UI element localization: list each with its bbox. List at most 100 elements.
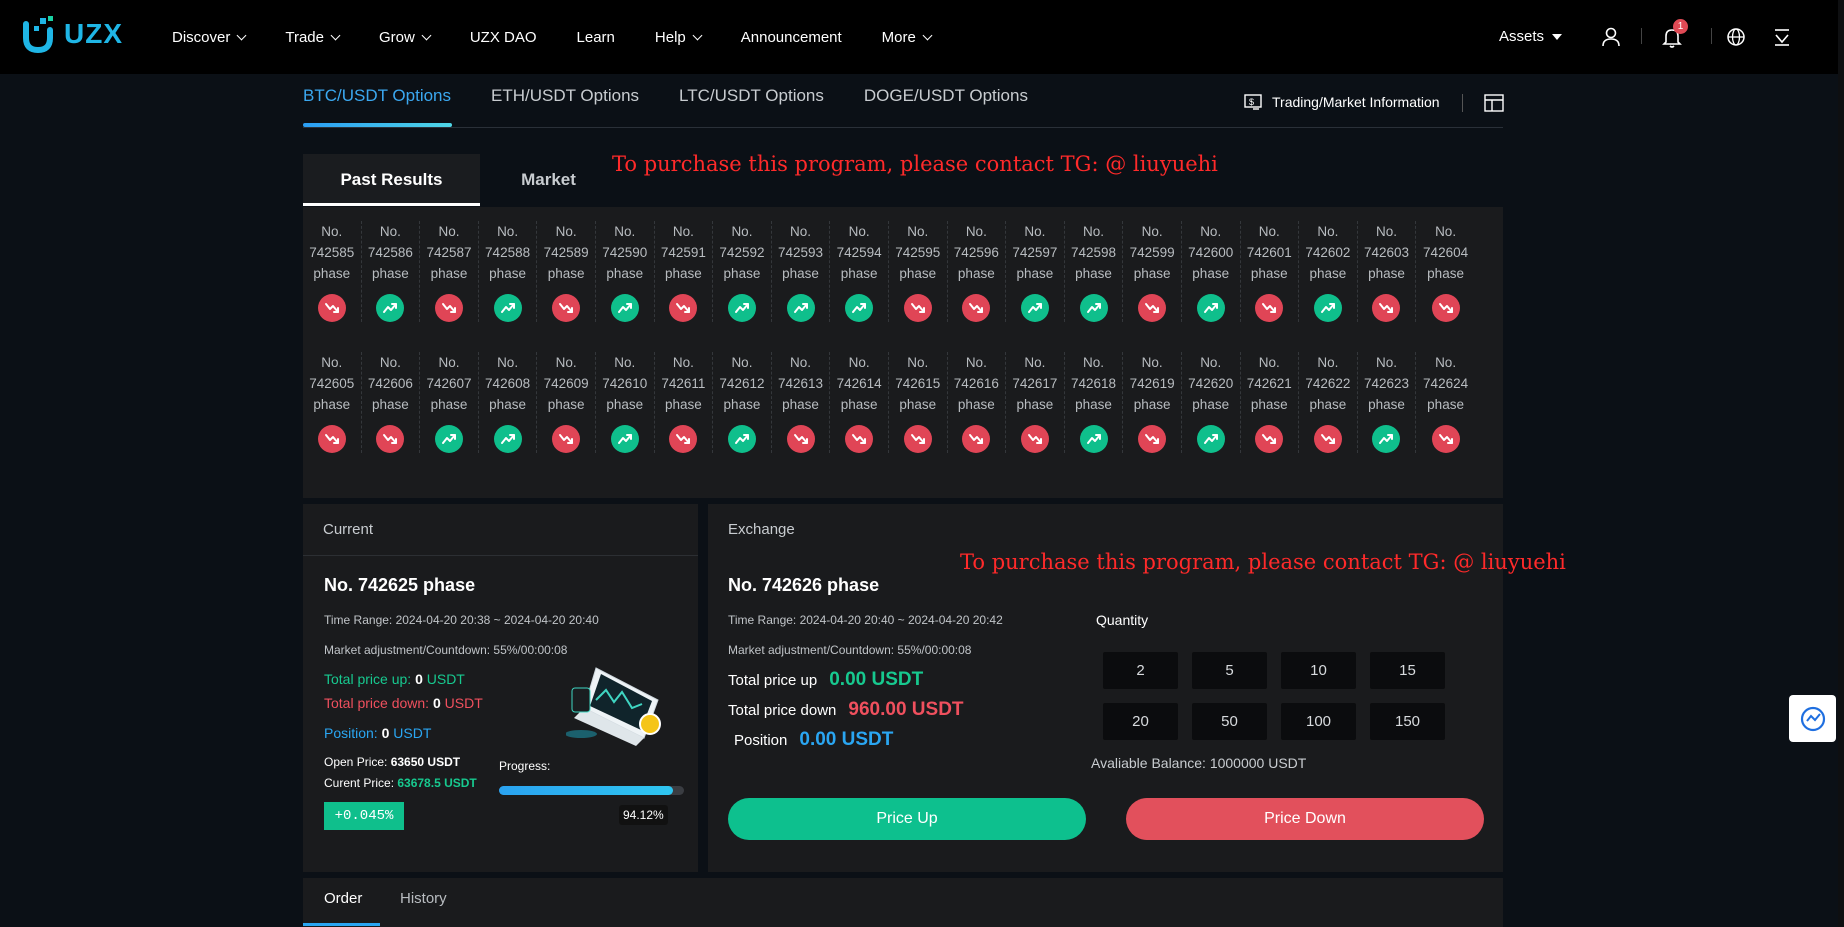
price-change-badge: +0.045% (324, 802, 404, 830)
support-icon (1800, 706, 1825, 731)
phase-number: 742591 (660, 245, 706, 260)
trend-down-icon (786, 425, 815, 453)
download-icon[interactable] (1771, 26, 1793, 48)
price-down-button[interactable]: Price Down (1126, 798, 1484, 840)
trend-up-icon (1020, 294, 1049, 322)
phase-number: 742586 (367, 245, 413, 260)
user-icon[interactable] (1600, 26, 1622, 48)
tab-doge-usdt-options[interactable]: DOGE/USDT Options (864, 86, 1028, 128)
position-label: Position: (324, 725, 382, 741)
phase-suffix: phase (957, 266, 995, 281)
phase-prefix: No. (672, 355, 694, 370)
phase-result: No. 742622 phase (1299, 352, 1358, 453)
logo-text: UZX (64, 18, 123, 49)
nav-discover[interactable]: Discover (172, 28, 247, 46)
tab-market[interactable]: Market (480, 154, 617, 206)
trend-up-icon (786, 294, 815, 322)
trend-down-icon (552, 425, 581, 453)
phase-number: 742605 (309, 376, 355, 391)
quantity-option[interactable]: 150 (1370, 703, 1445, 740)
unit: USDT (422, 671, 465, 687)
phase-prefix: No. (1200, 224, 1222, 239)
tab-history[interactable]: History (400, 890, 447, 907)
quantity-option[interactable]: 20 (1103, 703, 1178, 740)
tab-order[interactable]: Order (324, 890, 362, 907)
phase-prefix: No. (965, 224, 987, 239)
progress-bar (499, 786, 684, 795)
tab-btc-usdt-options[interactable]: BTC/USDT Options (303, 86, 451, 128)
phase-suffix: phase (899, 266, 937, 281)
phase-result: No. 742601 phase (1241, 221, 1300, 322)
support-widget[interactable] (1789, 695, 1836, 742)
nav-discover-label: Discover (172, 28, 231, 46)
phase-prefix: No. (497, 224, 519, 239)
chevron-down-icon (330, 30, 341, 40)
progress-label: Progress: (499, 759, 551, 773)
phase-prefix: No. (1435, 224, 1457, 239)
trend-down-icon (962, 425, 991, 453)
phase-prefix: No. (379, 224, 401, 239)
phase-result: No. 742597 phase (1006, 221, 1065, 322)
trend-up-icon (727, 294, 756, 322)
caret-down-icon (1552, 33, 1563, 40)
nav-learn[interactable]: Learn (577, 29, 615, 46)
quantity-option[interactable]: 100 (1281, 703, 1356, 740)
trend-up-icon (493, 294, 522, 322)
quantity-option[interactable]: 15 (1370, 652, 1445, 689)
phase-number: 742617 (1012, 376, 1058, 391)
phase-suffix: phase (489, 266, 526, 281)
uzx-logo[interactable]: UZX (20, 14, 123, 54)
phase-result: No. 742585 phase (303, 221, 362, 322)
trading-market-info-link[interactable]: $ Trading/Market Information (1244, 93, 1440, 111)
price-up-button[interactable]: Price Up (728, 798, 1086, 840)
quantity-option[interactable]: 50 (1192, 703, 1267, 740)
phase-number: 742594 (836, 245, 882, 260)
phase-suffix: phase (840, 397, 878, 412)
phase-prefix: No. (731, 355, 753, 370)
tab-ltc-usdt-options[interactable]: LTC/USDT Options (679, 86, 824, 128)
phase-suffix: phase (1368, 266, 1405, 281)
trend-down-icon (903, 425, 932, 453)
phase-result: No. 742598 phase (1065, 221, 1124, 322)
nav-help[interactable]: Help (655, 29, 703, 46)
quantity-option[interactable]: 5 (1192, 652, 1267, 689)
phase-prefix: No. (1083, 224, 1105, 239)
phase-number: 742624 (1423, 376, 1469, 391)
phase-result: No. 742614 phase (830, 352, 889, 453)
layout-icon[interactable] (1484, 93, 1504, 113)
phase-prefix: No. (379, 355, 401, 370)
phase-suffix: phase (723, 397, 761, 412)
nav-trade[interactable]: Trade (285, 29, 341, 46)
phase-result: No. 742619 phase (1123, 352, 1182, 453)
tab-eth-usdt-options[interactable]: ETH/USDT Options (491, 86, 639, 128)
phase-prefix: No. (965, 355, 987, 370)
quantity-option[interactable]: 2 (1103, 652, 1178, 689)
quantity-option[interactable]: 10 (1281, 652, 1356, 689)
quantity-label: Quantity (1096, 612, 1149, 628)
assets-menu[interactable]: Assets (1499, 28, 1563, 45)
nav-uzx-dao[interactable]: UZX DAO (470, 29, 537, 46)
nav-grow[interactable]: Grow (379, 28, 432, 46)
nav-grow-label: Grow (379, 28, 415, 46)
trend-up-icon (610, 294, 639, 322)
trend-down-icon (1255, 294, 1284, 322)
phase-number: 742616 (953, 376, 999, 391)
page-scrollbar[interactable] (1838, 0, 1844, 927)
phase-result: No. 742590 phase (596, 221, 655, 322)
phase-result: No. 742604 phase (1416, 221, 1475, 322)
nav-more[interactable]: More (882, 29, 933, 46)
nav-announcement[interactable]: Announcement (741, 29, 842, 46)
phase-suffix: phase (664, 266, 702, 281)
phase-number: 742620 (1188, 376, 1234, 391)
assets-label: Assets (1499, 28, 1545, 45)
phase-prefix: No. (1141, 355, 1163, 370)
globe-icon[interactable] (1725, 26, 1747, 48)
trend-up-icon (434, 425, 463, 453)
phase-prefix: No. (1141, 224, 1163, 239)
phase-result: No. 742593 phase (772, 221, 831, 322)
phase-suffix: phase (606, 397, 644, 412)
tab-past-results[interactable]: Past Results (303, 154, 480, 206)
phase-number: 742592 (719, 245, 765, 260)
trend-down-icon (1431, 294, 1460, 322)
phase-prefix: No. (438, 224, 460, 239)
